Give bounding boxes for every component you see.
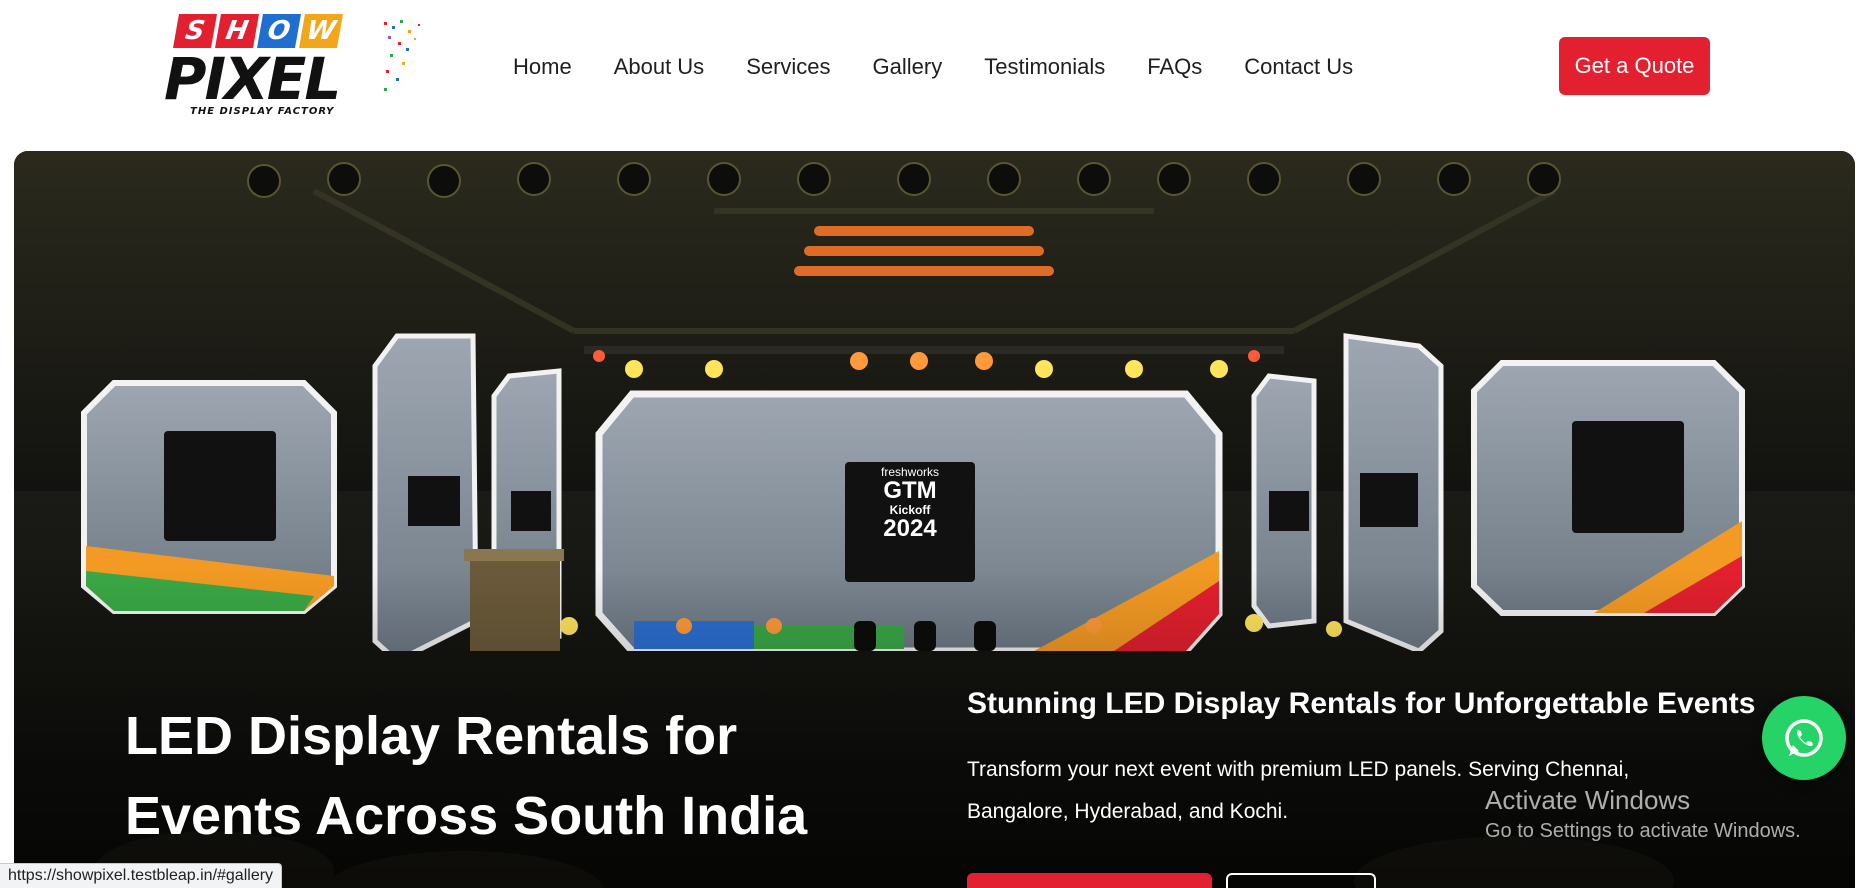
screen-year-text: 2024 <box>883 515 937 542</box>
whatsapp-icon <box>1785 719 1823 757</box>
nav-item-services[interactable]: Services <box>725 50 851 84</box>
nav-item-gallery[interactable]: Gallery <box>852 50 964 84</box>
whatsapp-chat-button[interactable] <box>1762 696 1846 780</box>
logo-wordmark: PIXEL <box>164 45 341 113</box>
nav-item-faqs[interactable]: FAQs <box>1126 50 1223 84</box>
hero-title-line: Events Across South India <box>125 786 808 846</box>
logo-tile: O <box>257 14 301 48</box>
site-header: S H O W PIXEL THE DISPLAY FACTORY Home A… <box>0 0 1873 150</box>
activate-title: Activate Windows <box>1485 785 1691 815</box>
windows-activation-watermark: Activate Windows Go to Settings to activ… <box>1485 783 1801 845</box>
logo-tile: H <box>215 14 259 48</box>
screen-event-text: GTM <box>883 477 937 504</box>
logo-tagline: THE DISPLAY FACTORY <box>190 106 335 117</box>
nav-item-home[interactable]: Home <box>500 50 593 84</box>
nav-item-testimonials[interactable]: Testimonials <box>963 50 1126 84</box>
logo-pixel-dots-icon <box>384 20 420 91</box>
main-nav: Home About Us Services Gallery Testimoni… <box>500 50 1374 84</box>
hero-primary-button[interactable] <box>967 873 1212 888</box>
hero-subtitle: Stunning LED Display Rentals for Unforge… <box>967 687 1756 720</box>
center-screen-branding: freshworks GTM Kickoff 2024 <box>845 465 975 541</box>
activate-subtitle: Go to Settings to activate Windows. <box>1485 820 1801 842</box>
hero-title-line: LED Display Rentals for <box>125 706 738 766</box>
show-pixel-logo[interactable]: S H O W PIXEL THE DISPLAY FACTORY <box>164 12 434 122</box>
logo-tile: W <box>299 14 343 48</box>
nav-item-contact-us[interactable]: Contact Us <box>1223 50 1374 84</box>
hero-secondary-button[interactable] <box>1226 873 1376 888</box>
nav-item-about-us[interactable]: About Us <box>593 50 726 84</box>
get-a-quote-button[interactable]: Get a Quote <box>1559 37 1710 95</box>
logo-tile: S <box>173 14 217 48</box>
hero-title: LED Display Rentals for Events Across So… <box>125 696 825 856</box>
status-bar-url: https://showpixel.testbleap.in/#gallery <box>0 863 283 888</box>
